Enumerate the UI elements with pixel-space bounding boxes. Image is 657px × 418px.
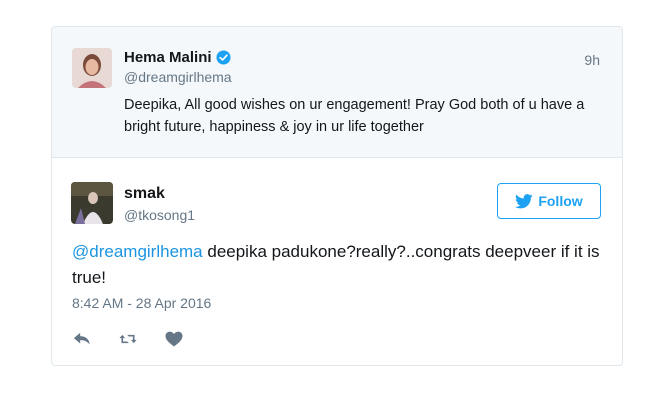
- retweet-button[interactable]: [118, 330, 138, 348]
- heart-icon: [165, 331, 183, 347]
- reply-button[interactable]: [72, 330, 92, 348]
- tweet-card: Hema Malini @dreamgirlhema 9h Deepika, A…: [51, 26, 623, 366]
- twitter-bird-icon: [515, 193, 534, 208]
- main-timestamp[interactable]: 8:42 AM - 28 Apr 2016: [72, 295, 211, 311]
- like-button[interactable]: [164, 330, 184, 348]
- parent-tweet[interactable]: Hema Malini @dreamgirlhema 9h Deepika, A…: [52, 27, 622, 158]
- main-author-handle[interactable]: @tkosong1: [124, 207, 195, 223]
- parent-author-handle[interactable]: @dreamgirlhema: [124, 69, 232, 85]
- retweet-icon: [119, 334, 137, 344]
- parent-avatar[interactable]: [72, 48, 112, 88]
- main-author-name[interactable]: smak: [124, 185, 165, 203]
- main-tweet-text: @dreamgirlhema deepika padukone?really?.…: [72, 239, 607, 291]
- verified-badge-icon: [216, 50, 231, 65]
- follow-button[interactable]: Follow: [497, 183, 601, 219]
- main-avatar[interactable]: [71, 182, 113, 224]
- tweet-actions: [72, 330, 210, 348]
- parent-author-name[interactable]: Hema Malini: [124, 49, 212, 66]
- follow-label: Follow: [538, 193, 583, 209]
- reply-icon: [73, 332, 90, 345]
- parent-tweet-text: Deepika, All good wishes on ur engagemen…: [124, 97, 585, 135]
- parent-time-ago[interactable]: 9h: [584, 52, 600, 68]
- mention-link[interactable]: @dreamgirlhema: [72, 242, 203, 261]
